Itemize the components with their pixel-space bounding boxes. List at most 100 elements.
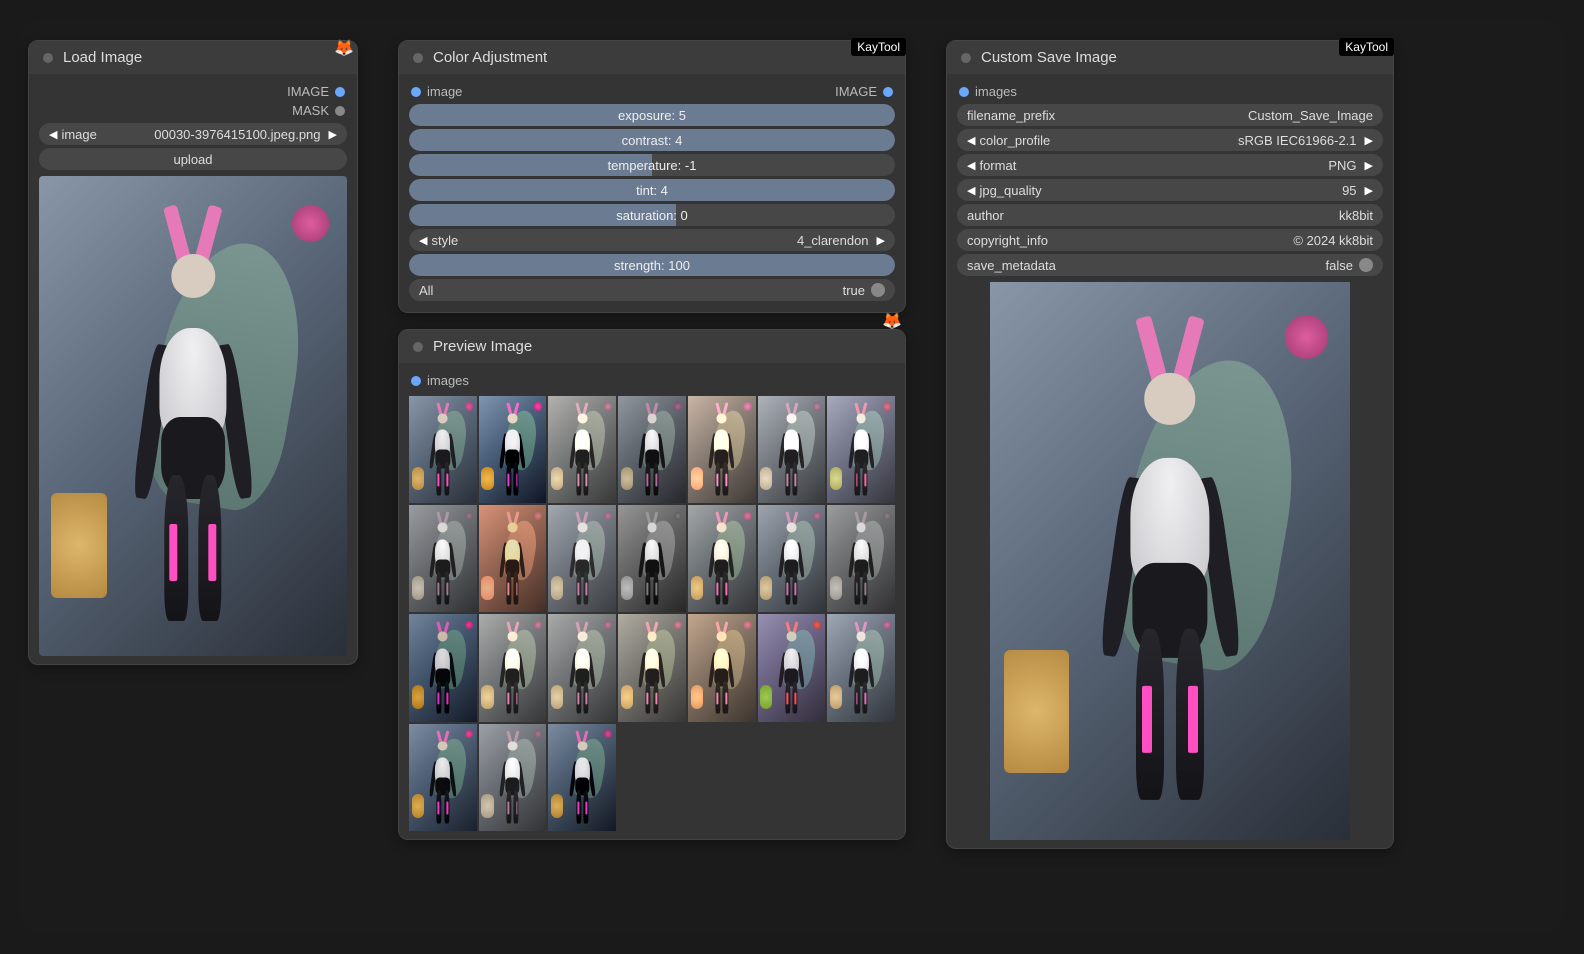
output-port-icon[interactable] [335, 87, 345, 97]
preview-thumbnail[interactable] [409, 724, 477, 831]
field-value: kk8bit [1339, 208, 1373, 223]
chevron-left-icon[interactable]: ◀ [49, 128, 57, 141]
preview-thumbnail[interactable] [548, 724, 616, 831]
preview-thumbnail[interactable] [479, 396, 547, 503]
collapse-dot-icon[interactable] [43, 53, 53, 63]
style-select[interactable]: ◀ style 4_clarendon ▶ [409, 229, 895, 251]
preview-thumbnail[interactable] [479, 505, 547, 612]
kaytool-badge: KayTool [1339, 38, 1394, 56]
input-port-icon[interactable] [411, 376, 421, 386]
style-value: 4_clarendon [797, 233, 869, 248]
color-profile-select[interactable]: ◀ color_profile sRGB IEC61966-2.1 ▶ [957, 129, 1383, 151]
all-toggle[interactable]: All true [409, 279, 895, 301]
contrast-slider[interactable]: contrast: 4 [409, 129, 895, 151]
jpg-quality-stepper[interactable]: ◀ jpg_quality 95 ▶ [957, 179, 1383, 201]
copyright-field[interactable]: copyright_info © 2024 kk8bit [957, 229, 1383, 251]
chevron-left-icon[interactable]: ◀ [967, 134, 975, 147]
collapse-dot-icon[interactable] [961, 53, 971, 63]
preview-thumbnail[interactable] [688, 614, 756, 721]
preview-thumbnail[interactable] [548, 614, 616, 721]
field-label: color_profile [975, 133, 1238, 148]
chevron-right-icon[interactable]: ▶ [1365, 184, 1373, 197]
node-title: Custom Save Image [981, 49, 1117, 66]
node-header[interactable]: Color Adjustment [399, 41, 905, 74]
node-header[interactable]: Custom Save Image [947, 41, 1393, 74]
preview-thumbnail[interactable] [548, 505, 616, 612]
node-custom-save-image[interactable]: Custom Save Image images filename_prefix… [946, 40, 1394, 849]
preview-thumbnail[interactable] [409, 505, 477, 612]
preview-thumbnail[interactable] [479, 724, 547, 831]
input-images-label: images [427, 373, 469, 388]
preview-thumbnail[interactable] [409, 614, 477, 721]
image-select-label: image [57, 127, 154, 142]
output-port-icon[interactable] [335, 106, 345, 116]
node-preview-image[interactable]: Preview Image images [398, 329, 906, 840]
collapse-dot-icon[interactable] [413, 342, 423, 352]
field-value: false [1326, 258, 1353, 273]
chevron-left-icon[interactable]: ◀ [419, 234, 427, 247]
field-label: save_metadata [967, 258, 1056, 273]
node-header[interactable]: Load Image [29, 41, 357, 74]
field-value: PNG [1328, 158, 1356, 173]
chevron-right-icon[interactable]: ▶ [329, 128, 337, 141]
field-label: jpg_quality [975, 183, 1342, 198]
node-canvas[interactable]: 🦊 Load Image IMAGE MASK ◀ image 00030-3 [20, 20, 1564, 934]
chevron-left-icon[interactable]: ◀ [967, 184, 975, 197]
node-title: Color Adjustment [433, 49, 547, 66]
preview-thumbnail[interactable] [758, 396, 826, 503]
kaytool-badge: KayTool [851, 38, 906, 56]
input-port-icon[interactable] [959, 87, 969, 97]
output-image-preview[interactable] [957, 282, 1383, 840]
input-port-icon[interactable] [411, 87, 421, 97]
collapse-dot-icon[interactable] [413, 53, 423, 63]
output-image-label: IMAGE [287, 84, 329, 99]
node-title: Preview Image [433, 338, 532, 355]
temperature-slider[interactable]: temperature: -1 [409, 154, 895, 176]
preview-thumbnail[interactable] [827, 396, 895, 503]
saturation-slider[interactable]: saturation: 0 [409, 204, 895, 226]
preview-thumbnail[interactable] [688, 396, 756, 503]
filename-prefix-field[interactable]: filename_prefix Custom_Save_Image [957, 104, 1383, 126]
output-port-icon[interactable] [883, 87, 893, 97]
preview-thumbnail[interactable] [758, 505, 826, 612]
field-label: format [975, 158, 1328, 173]
input-image-label: image [427, 84, 462, 99]
node-header[interactable]: Preview Image [399, 330, 905, 363]
upload-button[interactable]: upload [39, 148, 347, 170]
output-image-label: IMAGE [835, 84, 877, 99]
toggle-knob-icon[interactable] [1359, 258, 1373, 272]
output-mask-label: MASK [292, 103, 329, 118]
author-field[interactable]: author kk8bit [957, 204, 1383, 226]
field-value: Custom_Save_Image [1248, 108, 1373, 123]
toggle-knob-icon[interactable] [871, 283, 885, 297]
node-title: Load Image [63, 49, 142, 66]
preview-thumbnail[interactable] [688, 505, 756, 612]
all-label: All [419, 283, 433, 298]
preview-thumbnail[interactable] [479, 614, 547, 721]
strength-slider[interactable]: strength: 100 [409, 254, 895, 276]
preview-thumbnail[interactable] [618, 396, 686, 503]
chevron-right-icon[interactable]: ▶ [1365, 134, 1373, 147]
save-metadata-toggle[interactable]: save_metadata false [957, 254, 1383, 276]
preview-thumbnail[interactable] [618, 614, 686, 721]
chevron-left-icon[interactable]: ◀ [967, 159, 975, 172]
format-select[interactable]: ◀ format PNG ▶ [957, 154, 1383, 176]
node-load-image[interactable]: Load Image IMAGE MASK ◀ image 00030-3976… [28, 40, 358, 665]
exposure-slider[interactable]: exposure: 5 [409, 104, 895, 126]
image-select[interactable]: ◀ image 00030-3976415100.jpeg.png ▶ [39, 123, 347, 145]
preview-thumbnail[interactable] [409, 396, 477, 503]
field-value: © 2024 kk8bit [1293, 233, 1373, 248]
chevron-right-icon[interactable]: ▶ [877, 234, 885, 247]
preview-thumbnail[interactable] [827, 505, 895, 612]
preview-thumbnail[interactable] [758, 614, 826, 721]
image-preview[interactable] [39, 176, 347, 656]
node-color-adjustment[interactable]: Color Adjustment image IMAGE exposure: 5… [398, 40, 906, 313]
style-label: style [427, 233, 797, 248]
preview-thumbnail[interactable] [827, 614, 895, 721]
field-value: 95 [1342, 183, 1356, 198]
preview-thumbnail[interactable] [548, 396, 616, 503]
preview-thumbnail[interactable] [618, 505, 686, 612]
chevron-right-icon[interactable]: ▶ [1365, 159, 1373, 172]
tint-slider[interactable]: tint: 4 [409, 179, 895, 201]
fox-icon: 🦊 [882, 311, 902, 331]
